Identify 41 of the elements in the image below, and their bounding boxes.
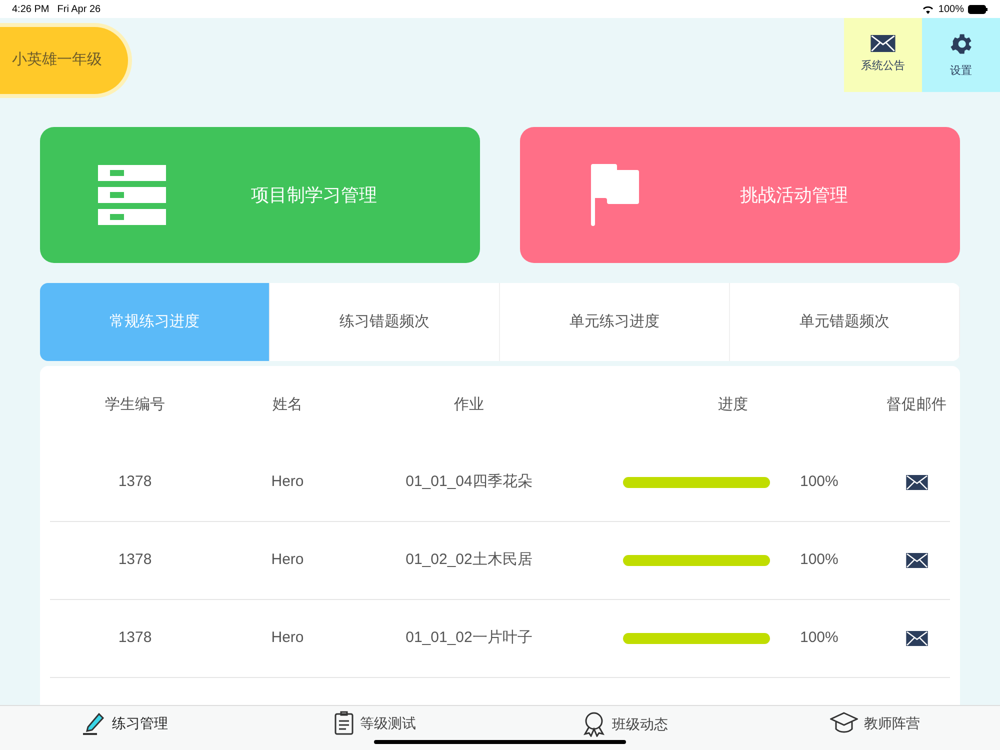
email-button[interactable]	[906, 553, 928, 568]
nav-tab[interactable]: 等级测试	[334, 711, 416, 735]
medal-icon	[582, 711, 606, 737]
table-cell-text: 01_02_02土木民居	[406, 550, 532, 570]
nav-tab[interactable]: 教师阵营	[830, 711, 920, 735]
nav-tab[interactable]: 练习管理	[82, 711, 168, 735]
battery-icon	[968, 4, 988, 14]
table-cell-text: 1378	[118, 472, 152, 492]
announcement-button[interactable]: 系统公告	[844, 18, 922, 92]
mail-icon	[906, 631, 928, 646]
settings-button[interactable]: 设置	[922, 18, 1000, 92]
wifi-icon	[922, 4, 934, 14]
column-header: 姓名	[272, 394, 302, 415]
table-cell-text: Hero	[271, 472, 304, 492]
progress-reading: 100%	[800, 472, 838, 492]
graduation-cap-icon	[830, 711, 858, 735]
clipboard-icon	[334, 711, 354, 735]
mail-icon	[906, 475, 928, 490]
battery-percent: 100%	[938, 2, 964, 16]
mail-icon	[906, 553, 928, 568]
table-cell-text: 01_01_02一片叶子	[406, 628, 532, 648]
table-cell-text: 1378	[118, 628, 152, 648]
mail-icon	[870, 35, 896, 52]
table-cell-text: 1378	[118, 550, 152, 570]
progress-reading: 100%	[800, 628, 838, 648]
status-time: 4:26 PM	[12, 2, 50, 16]
status-date: Fri Apr 26	[57, 2, 101, 16]
column-header: 学生编号	[105, 394, 165, 415]
table-cell-text: Hero	[271, 628, 304, 648]
column-header: 进度	[718, 394, 748, 415]
column-header: 作业	[454, 394, 484, 415]
nav-tab[interactable]: 班级动态	[582, 711, 668, 737]
class-name-badge[interactable]: 小英雄一年级	[0, 27, 128, 94]
progress-reading: 100%	[800, 550, 838, 570]
email-button[interactable]	[906, 631, 928, 646]
pencil-icon	[82, 711, 106, 735]
table-cell-text: 01_01_04四季花朵	[406, 472, 532, 492]
column-header: 督促邮件	[886, 394, 946, 415]
email-button[interactable]	[906, 475, 928, 490]
list-icon	[98, 165, 166, 225]
table-cell-text: Hero	[271, 550, 304, 570]
